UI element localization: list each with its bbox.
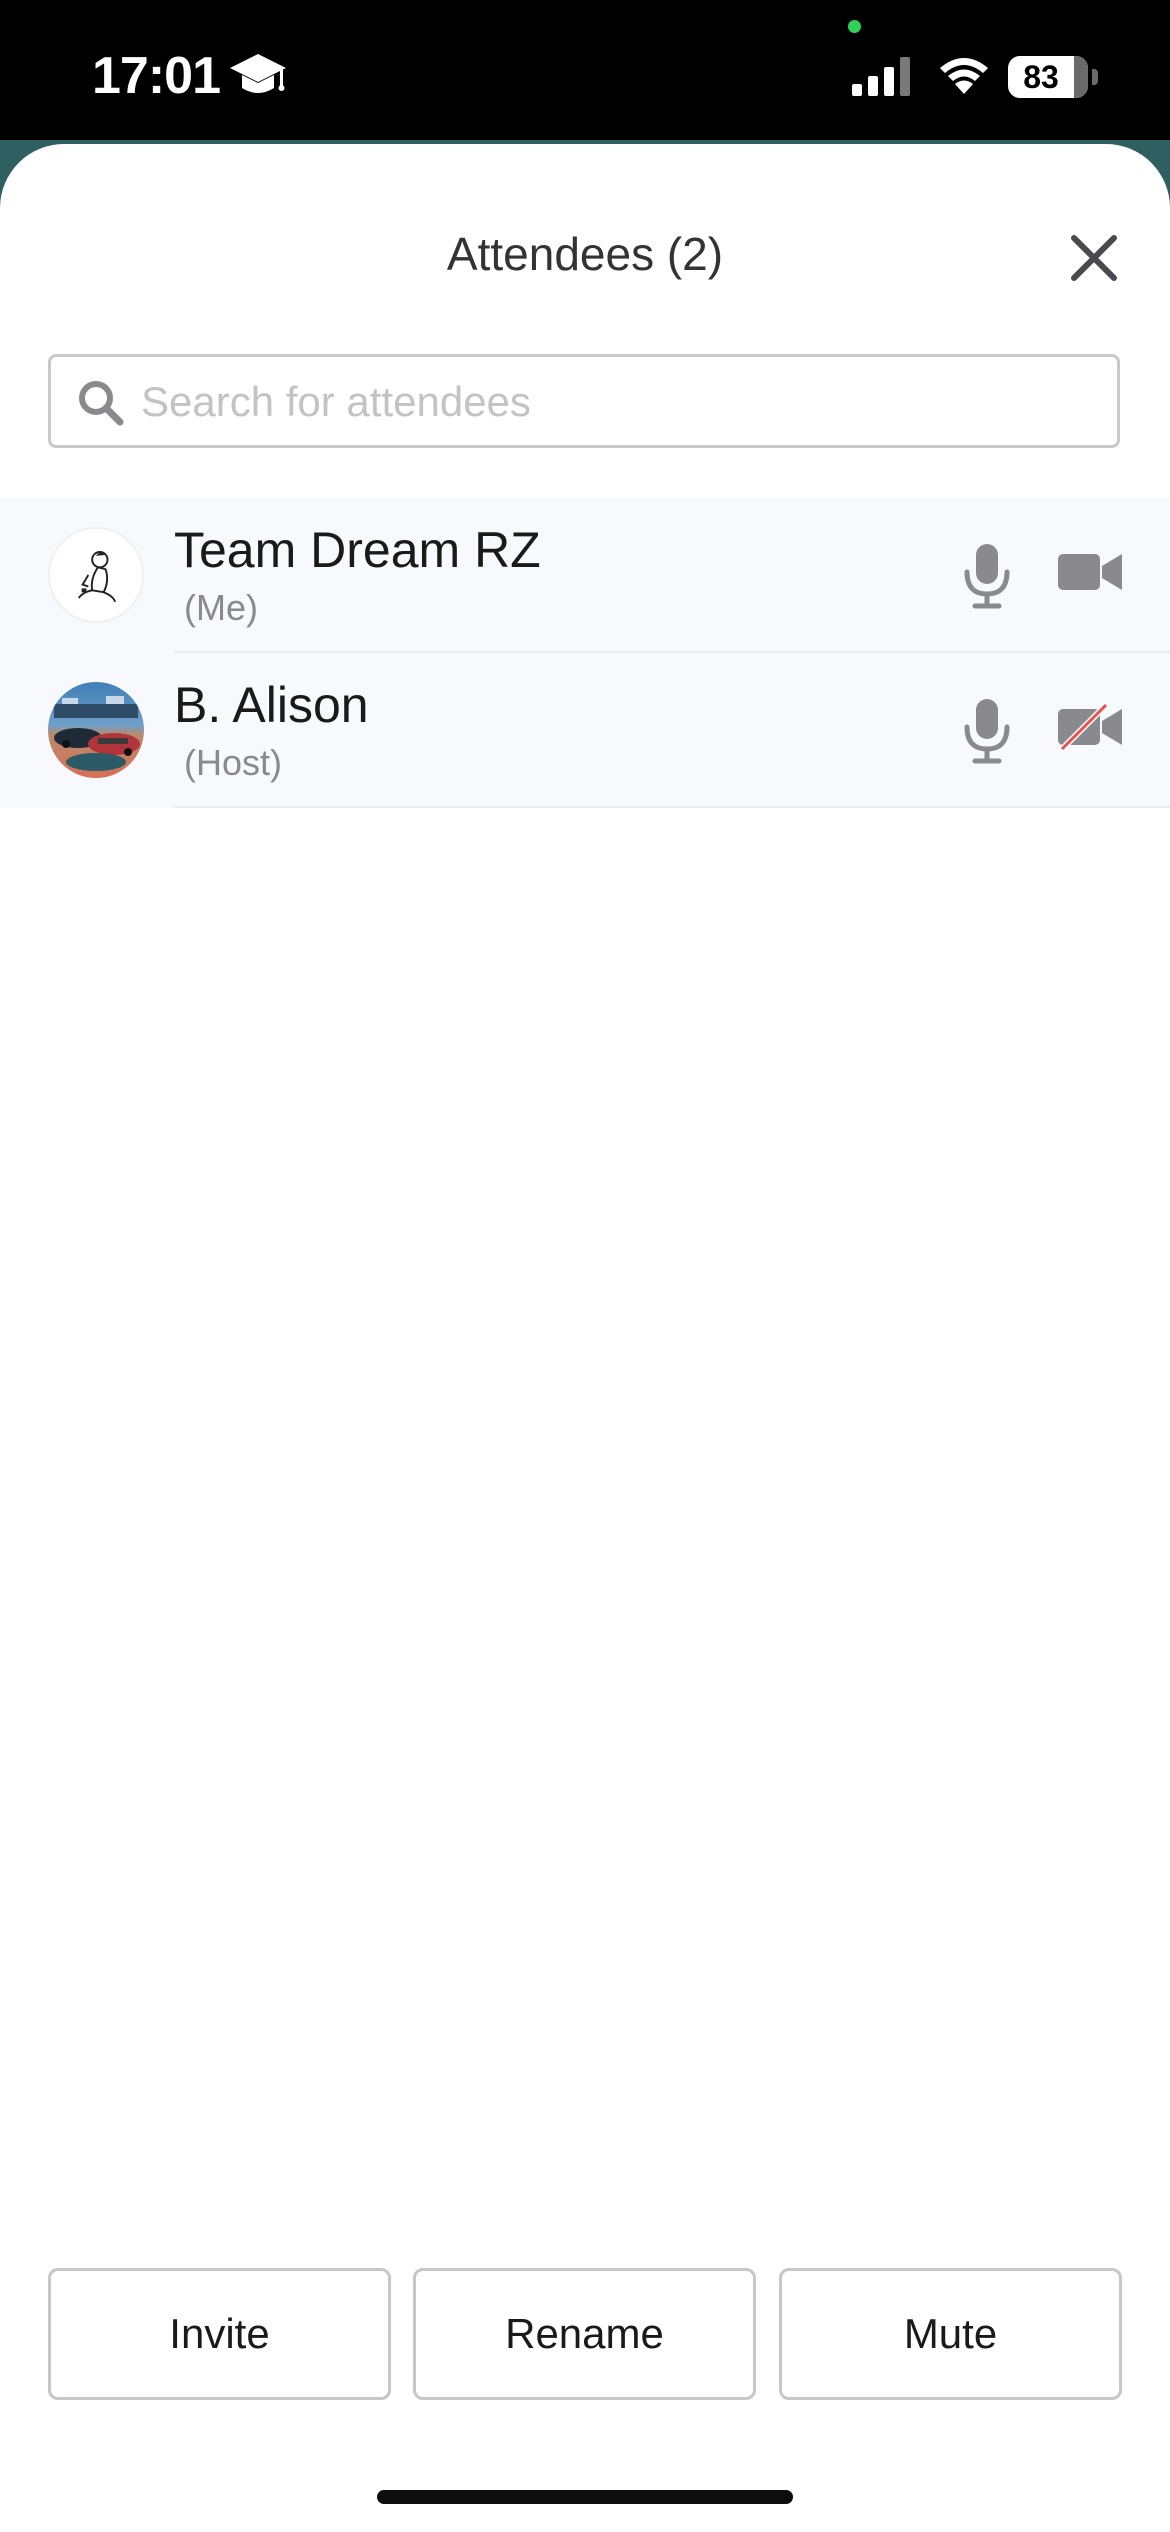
action-bar: Invite Rename Mute bbox=[48, 2268, 1122, 2400]
mute-button[interactable]: Mute bbox=[779, 2268, 1122, 2400]
microphone-icon[interactable] bbox=[962, 542, 1012, 610]
search-input[interactable] bbox=[139, 367, 1103, 437]
list-item[interactable]: Team Dream RZ (Me) bbox=[0, 498, 1170, 653]
battery-indicator: 83 bbox=[1008, 56, 1098, 98]
search-icon bbox=[79, 381, 124, 426]
attendees-sheet: Attendees (2) Team bbox=[0, 144, 1170, 2532]
search-box[interactable] bbox=[48, 354, 1120, 448]
battery-percentage: 83 bbox=[1023, 59, 1059, 95]
rename-button[interactable]: Rename bbox=[413, 2268, 756, 2400]
video-camera-off-icon[interactable] bbox=[1058, 703, 1124, 751]
home-indicator bbox=[377, 2490, 793, 2504]
battery-empty-portion bbox=[1074, 56, 1088, 98]
battery-body: 83 bbox=[1008, 56, 1088, 98]
wifi-icon bbox=[940, 58, 988, 94]
attendee-role: (Host) bbox=[184, 742, 282, 783]
avatar bbox=[48, 527, 144, 623]
attendee-name: B. Alison bbox=[174, 677, 369, 733]
avatar-cars-image bbox=[48, 682, 144, 778]
avatar-sketch-image bbox=[50, 529, 142, 621]
row-divider bbox=[174, 806, 1170, 808]
close-icon[interactable] bbox=[1064, 228, 1124, 288]
list-item[interactable]: B. Alison (Host) bbox=[0, 653, 1170, 808]
status-bar: 17:01 83 bbox=[0, 0, 1170, 142]
status-time: 17:01 bbox=[92, 47, 221, 105]
avatar bbox=[48, 682, 144, 778]
invite-button[interactable]: Invite bbox=[48, 2268, 391, 2400]
page-title: Attendees (2) bbox=[446, 228, 724, 280]
video-camera-icon[interactable] bbox=[1058, 548, 1124, 596]
attendee-role: (Me) bbox=[184, 587, 258, 628]
battery-nub bbox=[1092, 69, 1098, 85]
attendee-list: Team Dream RZ (Me) B. Alison (Host) bbox=[0, 498, 1170, 808]
cellular-signal-icon bbox=[852, 57, 910, 96]
graduation-cap-icon bbox=[230, 54, 286, 93]
privacy-indicator-dot bbox=[848, 20, 861, 33]
microphone-icon[interactable] bbox=[962, 697, 1012, 765]
attendee-name: Team Dream RZ bbox=[174, 522, 541, 578]
